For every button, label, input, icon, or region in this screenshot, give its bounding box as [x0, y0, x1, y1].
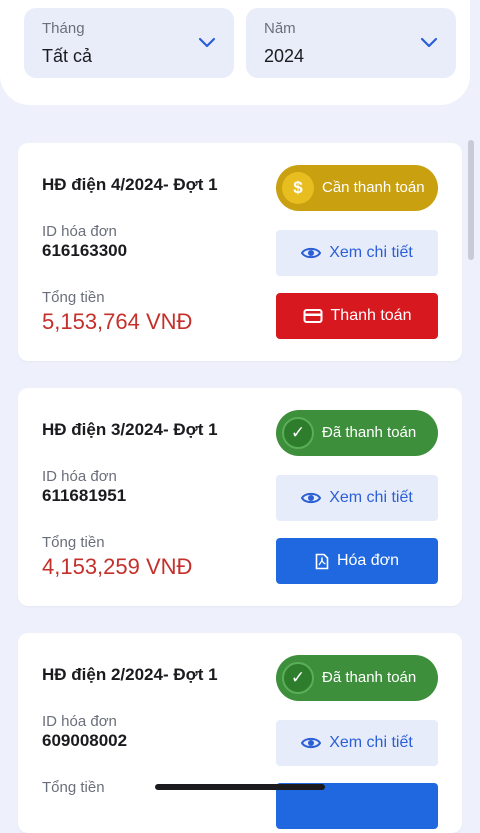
bill-id-label: ID hóa đơn — [42, 713, 117, 730]
status-badge: ✓ Đã thanh toán — [276, 410, 438, 456]
check-icon: ✓ — [282, 662, 314, 694]
scrollbar[interactable] — [468, 140, 474, 260]
bill-id-value: 616163300 — [42, 241, 128, 260]
status-badge: $ Cần thanh toán — [276, 165, 438, 211]
total-label: Tổng tiền — [42, 289, 105, 306]
pay-button-label: Thanh toán — [330, 307, 412, 324]
bill-card: HĐ điện 4/2024- Đợt 1 $ Cần thanh toán I… — [18, 143, 462, 361]
dollar-icon: $ — [282, 172, 314, 204]
chevron-down-icon — [420, 37, 438, 48]
eye-icon — [301, 492, 322, 504]
view-detail-label: Xem chi tiết — [329, 734, 413, 751]
bill-id-label: ID hóa đơn — [42, 223, 117, 240]
pdf-file-icon — [315, 553, 329, 569]
bill-card: HĐ điện 3/2024- Đợt 1 ✓ Đã thanh toán ID… — [18, 388, 462, 606]
bill-id-value: 609008002 — [42, 731, 128, 750]
view-detail-button[interactable]: Xem chi tiết — [276, 230, 438, 276]
year-select-label: Năm — [264, 20, 296, 37]
status-badge: ✓ Đã thanh toán — [276, 655, 438, 701]
view-detail-button[interactable]: Xem chi tiết — [276, 475, 438, 521]
year-select-value: 2024 — [264, 46, 305, 66]
chevron-down-icon — [198, 37, 216, 48]
year-select[interactable]: Năm 2024 — [246, 8, 456, 78]
check-icon: ✓ — [282, 417, 314, 449]
bill-id-label: ID hóa đơn — [42, 468, 117, 485]
bill-title: HĐ điện 4/2024- Đợt 1 — [42, 175, 218, 194]
month-select-label: Tháng — [42, 20, 85, 37]
invoice-button-label: Hóa đơn — [336, 552, 400, 569]
status-text: Đã thanh toán — [322, 424, 417, 441]
home-indicator — [155, 784, 325, 790]
status-text: Đã thanh toán — [322, 669, 417, 686]
invoice-button[interactable]: Hóa đơn — [276, 538, 438, 584]
view-detail-button[interactable]: Xem chi tiết — [276, 720, 438, 766]
view-detail-label: Xem chi tiết — [329, 489, 413, 506]
month-select-value: Tất cả — [42, 46, 93, 66]
total-amount: 5,153,764 VNĐ — [42, 309, 193, 334]
bill-card: HĐ điện 2/2024- Đợt 1 ✓ Đã thanh toán ID… — [18, 633, 462, 833]
bill-title: HĐ điện 2/2024- Đợt 1 — [42, 665, 218, 684]
month-select[interactable]: Tháng Tất cả — [24, 8, 234, 78]
pay-button[interactable]: Thanh toán — [276, 293, 438, 339]
eye-icon — [301, 247, 322, 259]
bill-id-value: 611681951 — [42, 486, 127, 505]
status-text: Cần thanh toán — [322, 179, 425, 196]
total-amount: 4,153,259 VNĐ — [42, 554, 193, 579]
eye-icon — [301, 737, 322, 749]
filter-panel: Tháng Tất cả Năm 2024 — [0, 0, 470, 105]
credit-card-icon — [303, 309, 323, 323]
total-label: Tổng tiền — [42, 779, 105, 796]
bill-title: HĐ điện 3/2024- Đợt 1 — [42, 420, 218, 439]
view-detail-label: Xem chi tiết — [329, 244, 413, 261]
total-label: Tổng tiền — [42, 534, 105, 551]
